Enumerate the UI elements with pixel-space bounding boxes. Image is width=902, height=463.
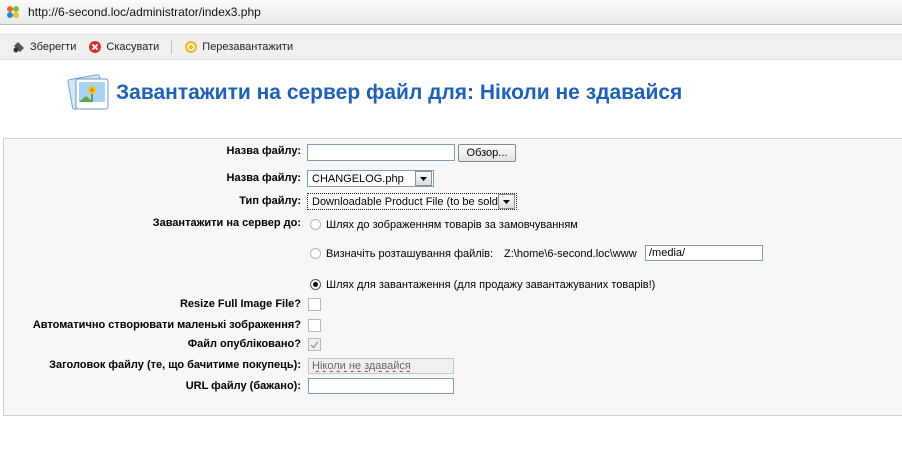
file-type-select[interactable]: Downloadable Product File (to be sold!) [307, 193, 517, 210]
file-title-label: Заголовок файлу (те, що бачитиме покупец… [49, 359, 301, 371]
toolbar: Зберегти Скасувати Перезавантажити [0, 34, 902, 60]
cancel-label: Скасувати [106, 41, 160, 53]
page-title: Завантажити на сервер файл для: Ніколи н… [116, 81, 683, 104]
auto-thumbnails-checkbox[interactable] [308, 319, 321, 332]
upload-form-panel: Назва файлу: Обзор... Назва файлу: CHANG… [3, 138, 902, 416]
auto-thumbnails-label: Автоматично створювати маленькі зображен… [32, 319, 301, 331]
chevron-down-icon [415, 171, 432, 186]
radio-custom-path[interactable] [310, 248, 321, 259]
joomla-favicon-icon [6, 5, 20, 19]
save-button[interactable]: Зберегти [12, 40, 76, 54]
save-label: Зберегти [30, 41, 77, 53]
radio-download-path[interactable] [310, 279, 321, 290]
file-name-label: Назва файлу: [226, 172, 301, 184]
radio-custom-path-label: Визначіть розташування файлів: [326, 248, 494, 260]
file-url-input[interactable] [308, 378, 454, 394]
image-upload-icon [66, 69, 114, 117]
cancel-icon [88, 40, 102, 54]
published-label: Файл опубліковано? [187, 338, 301, 350]
file-type-label: Тип файлу: [239, 195, 301, 207]
save-icon [12, 40, 26, 54]
reload-label: Перезавантажити [202, 41, 294, 53]
file-url-label: URL файлу (бажано): [185, 380, 301, 392]
custom-path-prefix: Z:\home\6-second.loc\www [504, 248, 637, 260]
radio-default-path[interactable] [310, 219, 321, 230]
cancel-button[interactable]: Скасувати [88, 40, 159, 54]
chevron-down-icon [498, 194, 515, 209]
toolbar-separator [171, 40, 173, 54]
file-name-selected: CHANGELOG.php [312, 172, 404, 185]
address-bar: http://6-second.loc/administrator/index3… [0, 0, 902, 25]
radio-download-path-label: Шлях для завантаження (для продажу заван… [326, 279, 656, 291]
checkmark-icon [310, 341, 319, 349]
radio-default-path-label: Шлях до зображенням товарів за замовчува… [326, 219, 578, 231]
file-name-select[interactable]: CHANGELOG.php [307, 170, 434, 187]
file-upload-input[interactable] [307, 144, 455, 161]
page-header: Завантажити на сервер файл для: Ніколи н… [66, 66, 682, 120]
reload-icon [184, 40, 198, 54]
file-type-selected: Downloadable Product File (to be sold!) [312, 195, 498, 208]
upload-to-label: Завантажити на сервер до: [152, 217, 301, 229]
file-title-input[interactable] [308, 358, 454, 374]
browse-button[interactable]: Обзор... [458, 144, 516, 162]
resize-full-image-label: Resize Full Image File? [179, 298, 301, 310]
file-upload-label: Назва файлу: [226, 145, 301, 157]
published-checkbox[interactable] [308, 338, 321, 351]
resize-full-image-checkbox[interactable] [308, 298, 321, 311]
reload-button[interactable]: Перезавантажити [184, 40, 293, 54]
address-url[interactable]: http://6-second.loc/administrator/index3… [28, 5, 261, 19]
custom-path-input[interactable] [645, 245, 763, 261]
